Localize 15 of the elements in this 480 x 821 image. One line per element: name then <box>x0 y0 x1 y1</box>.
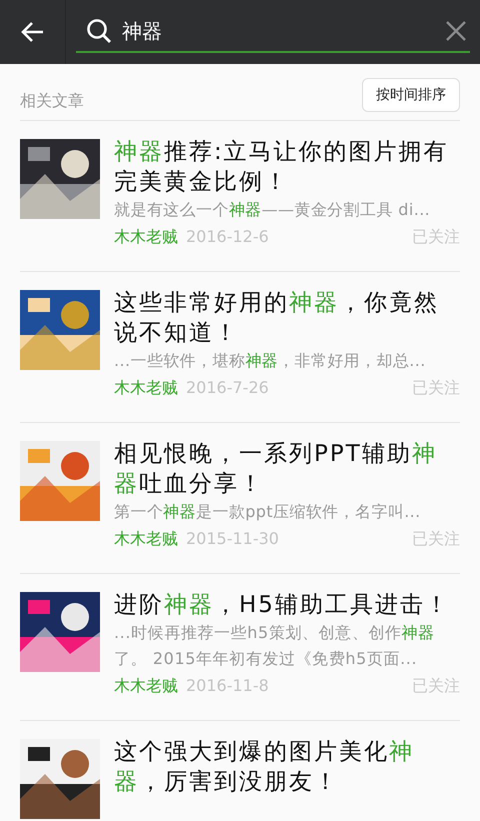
article-snippet: ...时候再推荐一些h5策划、创意、创作神器 了。 2015年年初有发过《免费h5页面... <box>114 622 436 670</box>
sort-button[interactable]: 按时间排序 <box>362 78 460 112</box>
article-title[interactable]: 神器推荐:立马让你的图片拥有完美黄金比例！ <box>114 137 460 197</box>
article-title[interactable]: 相见恨晚，一系列PPT辅助神器吐血分享！ <box>114 439 460 499</box>
article-title[interactable]: 这个强大到爆的图片美化神器，厉害到没朋友！ <box>114 737 460 797</box>
back-arrow-icon <box>20 21 44 43</box>
article-snippet: 就是有这么一个神器——黄金分割工具 di... <box>114 199 432 221</box>
section-title: 相关文章 <box>20 90 84 112</box>
article-title[interactable]: 这些非常好用的神器，你竟然说不知道！ <box>114 288 460 348</box>
close-icon <box>446 21 466 41</box>
article-snippet: ...一些软件，堪称神器，非常好用，却总... <box>114 350 427 372</box>
search-query: 神器 <box>122 18 163 44</box>
article-snippet: 第一个神器是一款ppt压缩软件，名字叫... <box>114 501 422 523</box>
search-icon <box>86 18 112 44</box>
article-title[interactable]: 进阶神器，H5辅助工具进击！ <box>114 590 460 620</box>
